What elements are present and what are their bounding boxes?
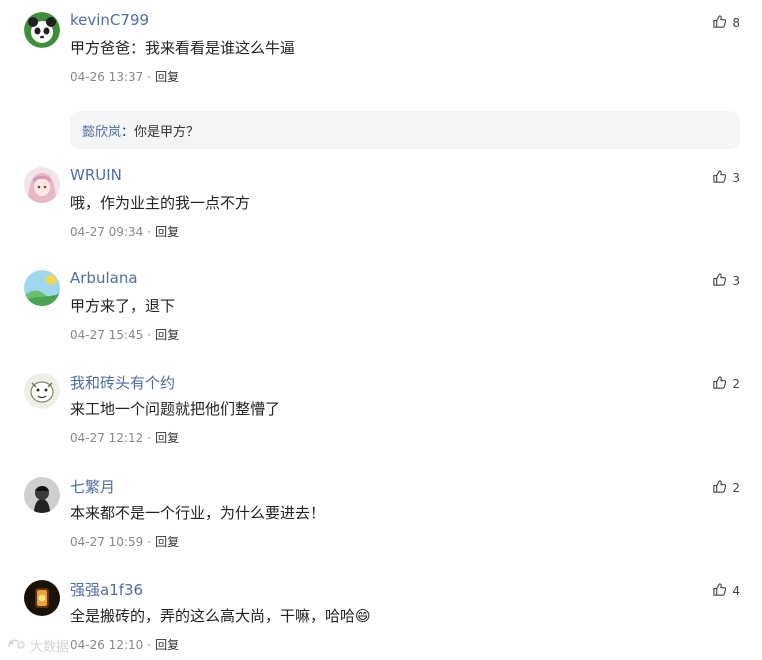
like-button[interactable]: 4: [712, 582, 740, 600]
sub-reply: 懿欣岚：你是甲方？: [70, 111, 740, 149]
timestamp: 04-27 15:45: [70, 328, 144, 342]
grin-emoji-icon: 😄: [355, 607, 371, 625]
reply-button[interactable]: 回复: [155, 431, 179, 445]
avatar[interactable]: [24, 580, 60, 616]
comment-text: 甲方来了，退下: [70, 297, 176, 315]
timestamp: 04-26 13:37: [70, 70, 144, 84]
username[interactable]: 强强a1f36: [70, 579, 143, 600]
comment-meta: 04-27 15:45 · 回复: [70, 328, 180, 342]
reply-button[interactable]: 回复: [155, 638, 179, 652]
thumbs-up-icon: [712, 375, 727, 393]
like-count: 3: [732, 171, 740, 185]
like-button[interactable]: 3: [712, 272, 740, 290]
reply-button[interactable]: 回复: [155, 225, 179, 239]
comment-text: 来工地一个问题就把他们整懵了: [70, 400, 281, 418]
comment-meta: 04-26 12:10 · 回复: [70, 638, 180, 652]
username[interactable]: WRUIN: [70, 166, 122, 184]
like-button[interactable]: 2: [712, 479, 740, 497]
like-count: 8: [732, 16, 740, 30]
comment-meta: 04-27 09:34 · 回复: [70, 225, 180, 239]
like-button[interactable]: 3: [712, 169, 740, 187]
comment-text-body: 全是搬砖的，弄的这么高大尚，干嘛，哈哈: [70, 607, 356, 625]
like-count: 4: [732, 584, 740, 598]
like-count: 2: [732, 377, 740, 391]
like-button[interactable]: 8: [712, 14, 740, 32]
thumbs-up-icon: [712, 479, 727, 497]
comment-meta: 04-27 10:59 · 回复: [70, 535, 180, 549]
avatar[interactable]: [24, 12, 60, 48]
thumbs-up-icon: [712, 272, 727, 290]
comment-meta: 04-27 12:12 · 回复: [70, 431, 180, 445]
comment-text: 全是搬砖的，弄的这么高大尚，干嘛，哈哈😄: [70, 605, 371, 626]
thumbs-up-icon: [712, 14, 727, 32]
timestamp: 04-27 10:59: [70, 535, 144, 549]
comment-text: 哦，作为业主的我一点不方: [70, 194, 251, 212]
like-count: 2: [732, 481, 740, 495]
like-count: 3: [732, 274, 740, 288]
timestamp: 04-27 12:12: [70, 431, 144, 445]
sub-reply-text: ：你是甲方？: [121, 125, 200, 140]
thumbs-up-icon: [712, 169, 727, 187]
avatar[interactable]: [24, 270, 60, 306]
reply-button[interactable]: 回复: [155, 70, 179, 84]
username[interactable]: 我和砖头有个约: [70, 372, 175, 393]
like-button[interactable]: 2: [712, 375, 740, 393]
watermark: 大数据: [6, 636, 69, 655]
username[interactable]: kevinC799: [70, 11, 149, 29]
avatar[interactable]: [24, 167, 60, 203]
timestamp: 04-26 12:10: [70, 638, 144, 652]
thumbs-up-icon: [712, 582, 727, 600]
watermark-logo-icon: [6, 637, 26, 655]
timestamp: 04-27 09:34: [70, 225, 144, 239]
watermark-text: 大数据: [30, 640, 70, 655]
reply-button[interactable]: 回复: [155, 328, 179, 342]
avatar[interactable]: [24, 477, 60, 513]
reply-button[interactable]: 回复: [155, 535, 179, 549]
comment-text: 甲方爸爸：我来看看是谁这么牛逼: [70, 39, 296, 57]
sub-reply-username[interactable]: 懿欣岚: [82, 125, 121, 140]
username[interactable]: 七繁月: [70, 476, 115, 497]
username[interactable]: Arbulana: [70, 269, 138, 287]
comment-meta: 04-26 13:37 · 回复: [70, 70, 180, 84]
avatar[interactable]: [24, 373, 60, 409]
comment-text: 本来都不是一个行业，为什么要进去！: [70, 504, 326, 522]
